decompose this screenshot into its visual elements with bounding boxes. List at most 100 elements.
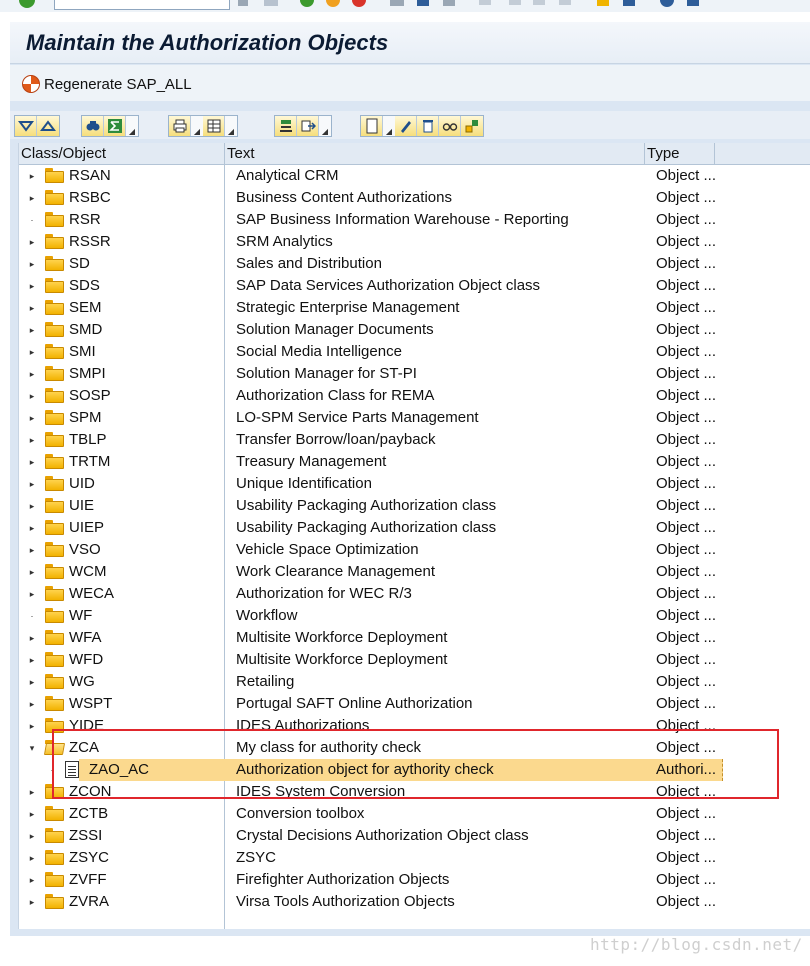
column-header-type[interactable]: Type [645, 143, 715, 165]
tree-row[interactable]: · RSR SAP Business Information Warehouse -… [19, 209, 810, 231]
expand-node-icon[interactable]: ▸ [27, 499, 37, 513]
expand-node-icon[interactable]: ▸ [27, 719, 37, 733]
expand-node-icon[interactable]: ▸ [27, 565, 37, 579]
tree-row[interactable]: ▸ WFA Multisite Workforce Deployment Object… [19, 627, 810, 649]
expand-node-icon[interactable]: ▸ [27, 653, 37, 667]
pencil-icon[interactable] [395, 116, 417, 136]
tree-row[interactable]: ▸ WSPT Portugal SAFT Online Authorization O… [19, 693, 810, 715]
regenerate-sap-all-button[interactable]: Regenerate SAP_ALL [22, 74, 192, 94]
tree-row[interactable]: · ZAO_AC Authorization object for aythorit… [19, 759, 810, 781]
expand-node-icon[interactable]: ▸ [27, 587, 37, 601]
command-field[interactable] [54, 0, 230, 10]
tree-row[interactable]: ▸ ZCTB Conversion toolbox Object ... [19, 803, 810, 825]
tree-row[interactable]: ▸ SD Sales and Distribution Object ... [19, 253, 810, 275]
column-header-text[interactable]: Text [225, 143, 645, 165]
tree-row[interactable]: ▸ RSSR SRM Analytics Object ... [19, 231, 810, 253]
expand-node-icon[interactable]: ▸ [27, 455, 37, 469]
collapse-all-icon[interactable] [37, 116, 59, 136]
expand-node-icon[interactable]: ▸ [27, 477, 37, 491]
tree-row[interactable]: ▸ ZSSI Crystal Decisions Authorization Obj… [19, 825, 810, 847]
expand-node-icon[interactable]: ▸ [27, 235, 37, 249]
expand-node-icon[interactable]: ▸ [27, 411, 37, 425]
tree-icon[interactable] [461, 116, 483, 136]
tree-row[interactable]: · WF Workflow Object ... [19, 605, 810, 627]
next-page-icon[interactable] [530, 0, 548, 8]
expand-node-icon[interactable]: ▸ [27, 191, 37, 205]
tree-row[interactable]: ▸ SMD Solution Manager Documents Object ... [19, 319, 810, 341]
tree-row[interactable]: ▸ UIEP Usability Packaging Authorization c… [19, 517, 810, 539]
customize-layout-icon[interactable] [684, 0, 702, 8]
expand-node-icon[interactable]: ▸ [27, 785, 37, 799]
tree-row[interactable]: ▸ ZVRA Virsa Tools Authorization Objects Ob… [19, 891, 810, 913]
expand-node-icon[interactable]: ▸ [27, 279, 37, 293]
sum-icon[interactable] [104, 116, 126, 136]
expand-node-icon[interactable]: ▸ [27, 873, 37, 887]
expand-node-icon[interactable]: ▸ [27, 301, 37, 315]
tree-row[interactable]: ▸ YIDE IDES Authorizations Object ... [19, 715, 810, 737]
expand-node-icon[interactable]: ▸ [27, 257, 37, 271]
expand-node-icon[interactable]: ▸ [27, 169, 37, 183]
cancel-icon[interactable] [350, 0, 368, 8]
export-icon[interactable] [297, 116, 319, 136]
tree-row[interactable]: ▸ SPM LO-SPM Service Parts Management Objec… [19, 407, 810, 429]
print-dropdown-icon[interactable]: ◢ [191, 116, 203, 136]
expand-node-icon[interactable]: ▸ [27, 323, 37, 337]
first-page-icon[interactable] [476, 0, 494, 8]
glasses-icon[interactable] [439, 116, 461, 136]
tree-row[interactable]: ▸ SOSP Authorization Class for REMA Object … [19, 385, 810, 407]
expand-node-icon[interactable]: ▸ [27, 543, 37, 557]
print-system-icon[interactable] [388, 0, 406, 8]
tree-row[interactable]: ▸ RSAN Analytical CRM Object ... [19, 165, 810, 187]
tree-row[interactable]: ▸ WFD Multisite Workforce Deployment Object… [19, 649, 810, 671]
expand-node-icon[interactable]: ▸ [27, 895, 37, 909]
tree-row[interactable]: ▸ WECA Authorization for WEC R/3 Object ... [19, 583, 810, 605]
create-session-icon[interactable] [594, 0, 612, 8]
shortcut-icon[interactable] [620, 0, 638, 8]
back-icon[interactable] [298, 0, 316, 8]
ok-icon[interactable] [275, 116, 297, 136]
tree-row[interactable]: ▸ SEM Strategic Enterprise Management Objec… [19, 297, 810, 319]
column-header-class-object[interactable]: Class/Object [19, 143, 225, 165]
tree-row[interactable]: ▸ WG Retailing Object ... [19, 671, 810, 693]
previous-page-icon[interactable] [506, 0, 524, 8]
tree-row[interactable]: ▸ VSO Vehicle Space Optimization Object ... [19, 539, 810, 561]
tree-row[interactable]: ▾ ZCA My class for authority check Object .… [19, 737, 810, 759]
tree-row[interactable]: ▸ TBLP Transfer Borrow/loan/payback Object … [19, 429, 810, 451]
tree-row[interactable]: ▸ ZVFF Firefighter Authorization Objects Ob… [19, 869, 810, 891]
find-system-icon[interactable] [414, 0, 432, 8]
layout-dropdown-icon[interactable]: ◢ [225, 116, 237, 136]
expand-node-icon[interactable]: ▸ [27, 631, 37, 645]
new-dropdown-icon[interactable]: ◢ [383, 116, 395, 136]
new-document-icon[interactable] [361, 116, 383, 136]
tree-row[interactable]: ▸ UIE Usability Packaging Authorization cl… [19, 495, 810, 517]
expand-all-icon[interactable] [15, 116, 37, 136]
tree-row[interactable]: ▸ WCM Work Clearance Management Object ... [19, 561, 810, 583]
collapse-node-icon[interactable]: ▾ [27, 741, 37, 755]
trash-icon[interactable] [417, 116, 439, 136]
expand-node-icon[interactable]: ▸ [27, 807, 37, 821]
find-icon[interactable] [82, 116, 104, 136]
expand-node-icon[interactable]: ▸ [27, 345, 37, 359]
tree-row[interactable]: ▸ SMI Social Media Intelligence Object ... [19, 341, 810, 363]
enter-icon[interactable] [18, 0, 36, 8]
print-icon[interactable] [169, 116, 191, 136]
help-icon[interactable] [658, 0, 676, 8]
expand-node-icon[interactable]: ▸ [27, 829, 37, 843]
expand-node-icon[interactable]: ▸ [27, 521, 37, 535]
tree-row[interactable]: ▸ ZSYC ZSYC Object ... [19, 847, 810, 869]
tree-row[interactable]: ▸ SDS SAP Data Services Authorization Obje… [19, 275, 810, 297]
expand-node-icon[interactable]: ▸ [27, 675, 37, 689]
expand-node-icon[interactable]: ▸ [27, 433, 37, 447]
find-next-icon[interactable] [440, 0, 458, 8]
save-icon[interactable] [262, 0, 280, 8]
tree-row[interactable]: ▸ TRTM Treasury Management Object ... [19, 451, 810, 473]
sum-dropdown-icon[interactable]: ◢ [126, 116, 138, 136]
tree-row[interactable]: ▸ SMPI Solution Manager for ST-PI Object ..… [19, 363, 810, 385]
tree-row[interactable]: ▸ RSBC Business Content Authorizations Obje… [19, 187, 810, 209]
last-page-icon[interactable] [556, 0, 574, 8]
export-dropdown-icon[interactable]: ◢ [319, 116, 331, 136]
tree-row[interactable]: ▸ UID Unique Identification Object ... [19, 473, 810, 495]
expand-node-icon[interactable]: ▸ [27, 697, 37, 711]
expand-node-icon[interactable]: ▸ [27, 367, 37, 381]
layout-icon[interactable] [203, 116, 225, 136]
